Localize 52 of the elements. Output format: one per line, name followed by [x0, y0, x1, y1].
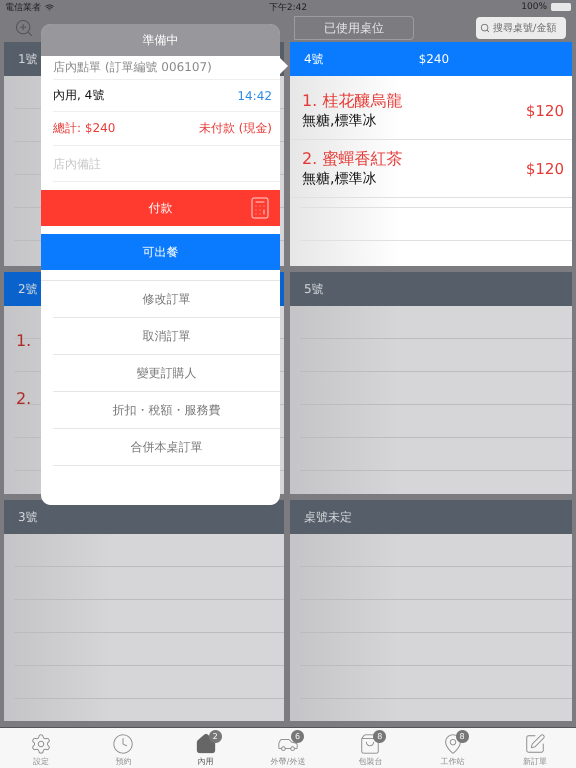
pay-button[interactable]: 付款: [41, 190, 280, 226]
item-name: 1. 桂花釀烏龍: [302, 91, 402, 112]
tab-bar-item[interactable]: 新訂單: [504, 729, 565, 767]
order-info: 店內點單 (訂單編號 006107): [53, 59, 212, 76]
count-badge: 2: [208, 730, 222, 743]
table-card[interactable]: 5號: [290, 272, 572, 494]
table-total: $240: [418, 52, 450, 66]
tab-bar-item[interactable]: 2 內用: [176, 729, 236, 767]
tab-bar-item[interactable]: 8 工作站: [422, 729, 483, 767]
tab-bar-item[interactable]: 預約: [93, 729, 154, 767]
bag-icon: [359, 733, 382, 755]
payment-status: 未付款 (現金): [198, 120, 272, 137]
table-name: 5號: [304, 280, 324, 298]
count-badge: 8: [373, 730, 386, 743]
ready-button[interactable]: 可出餐: [41, 234, 280, 270]
table-card[interactable]: 3號: [4, 500, 284, 721]
order-time: 14:42: [237, 88, 272, 102]
table-card[interactable]: 4號 $240 1. 桂花釀烏龍 無糖,標準冰 $120 2. 蜜蟬香紅茶 無糖,標準冰 $120: [290, 42, 572, 266]
carrier-name: 電信業者: [5, 2, 41, 14]
table-name: 1號: [18, 50, 38, 68]
item-name: 2.: [16, 389, 32, 408]
popover-title: 準備中: [41, 24, 280, 56]
wifi-icon: [45, 2, 54, 12]
item-note: 無糖,標準冰: [302, 112, 378, 130]
pencil-square-icon: [524, 733, 546, 755]
tab-bar-item[interactable]: 設定: [11, 729, 72, 767]
tab-bar-item[interactable]: 8 包裝台: [340, 729, 400, 767]
item-price: $120: [526, 160, 564, 178]
segment-tab[interactable]: 已使用桌位: [294, 16, 414, 40]
table-name: 2號: [18, 280, 38, 298]
table-name: 桌號未定: [304, 508, 352, 526]
table-name: 4號: [304, 50, 324, 68]
house-icon: [194, 733, 217, 755]
table-card[interactable]: 桌號未定: [290, 500, 572, 721]
order-total: 總計: $240: [53, 120, 116, 137]
tab-bar-item[interactable]: 6 外帶/外送: [258, 729, 318, 767]
battery-icon: [551, 3, 571, 11]
count-badge: 6: [290, 730, 304, 743]
table-name: 3號: [18, 508, 38, 526]
item-name: 2. 蜜蟬香紅茶: [302, 149, 402, 170]
search-icon: [480, 23, 490, 33]
count-badge: 8: [456, 730, 469, 743]
item-note: 無糖,標準冰: [302, 170, 378, 188]
zoom-in-icon[interactable]: [14, 18, 34, 38]
dine-info: 內用, 4號: [53, 87, 104, 104]
battery-percent: 100%: [521, 2, 547, 12]
search-field[interactable]: 搜尋桌號/金額: [476, 17, 566, 39]
clock-icon: [112, 733, 134, 755]
gear-icon: [30, 733, 52, 755]
item-price: $120: [526, 102, 564, 120]
item-name: 1.: [16, 331, 32, 350]
clock-time: 下午2:42: [268, 2, 308, 14]
